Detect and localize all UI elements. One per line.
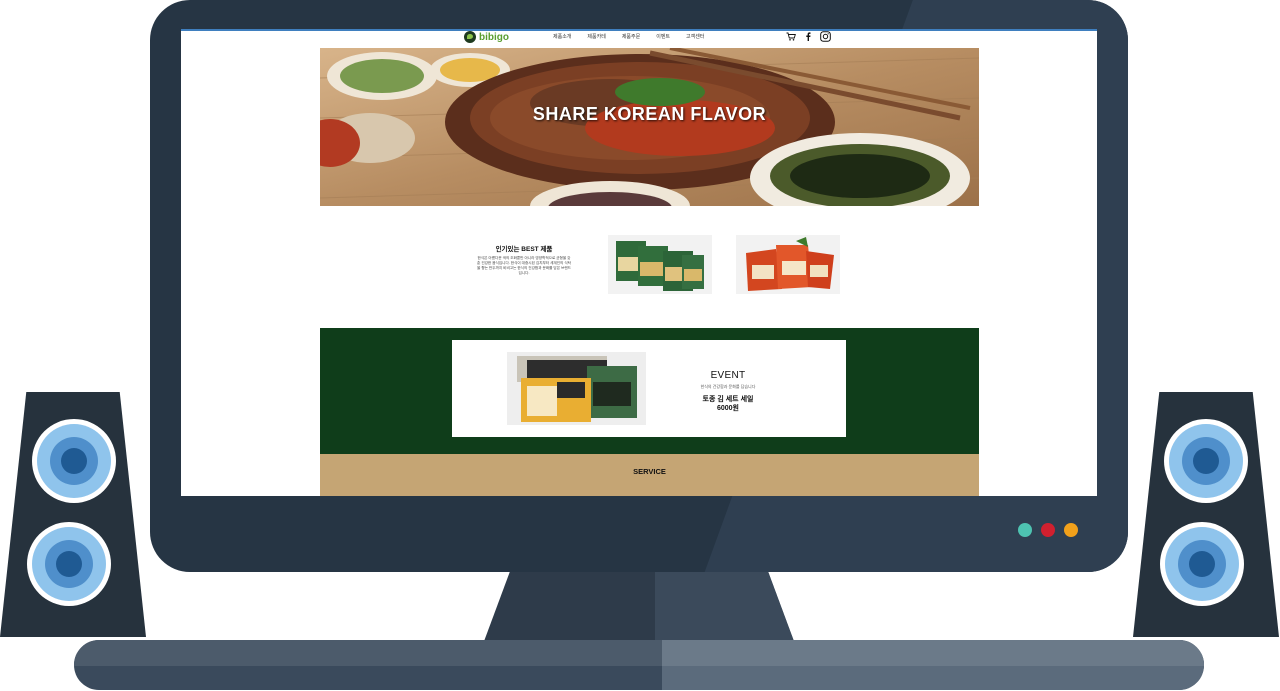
menu-item-order[interactable]: 제품주문 xyxy=(622,33,640,40)
product-thumbnail-kimchi[interactable] xyxy=(736,235,840,294)
nav-icons xyxy=(786,31,831,42)
site-nav: bibigo 제품소개 제품카테 제품주문 이벤트 고객센터 xyxy=(181,29,1097,47)
cart-icon[interactable] xyxy=(786,32,796,41)
logo-text: bibigo xyxy=(479,31,509,43)
indicator-orange-icon xyxy=(1064,523,1078,537)
menu-item-event[interactable]: 이벤트 xyxy=(656,33,670,40)
menu-item-products[interactable]: 제품소개 xyxy=(553,33,571,40)
speaker-woofer-icon xyxy=(32,419,116,503)
event-info: EVENT 한식의 건강함과 문화를 담습니다 토종 김 세트 세일 6000원 xyxy=(672,370,784,413)
event-deal-name: 토종 김 세트 세일 xyxy=(702,396,754,403)
event-card[interactable]: EVENT 한식의 건강함과 문화를 담습니다 토종 김 세트 세일 6000원 xyxy=(452,340,846,437)
right-speaker xyxy=(1133,392,1279,637)
speaker-woofer-icon xyxy=(1160,522,1244,606)
service-delivery-icon[interactable] xyxy=(530,491,546,496)
main-menu: 제품소개 제품카테 제품주문 이벤트 고객센터 xyxy=(553,33,704,40)
service-title: SERVICE xyxy=(633,467,666,476)
indicator-red-icon xyxy=(1041,523,1055,537)
speaker-woofer-icon xyxy=(1164,419,1248,503)
best-description: 한식은 아름다운 색의 조화뿐만 아니라 영양학적으로 균형을 갖춘 건강한 음… xyxy=(477,256,571,275)
monitor-base xyxy=(74,640,1204,690)
left-speaker xyxy=(0,392,146,637)
best-heading: 인기있는 BEST 제품 xyxy=(495,246,553,253)
instagram-icon[interactable] xyxy=(820,31,831,42)
facebook-icon[interactable] xyxy=(805,32,811,41)
hero-banner: SHARE KOREAN FLAVOR xyxy=(320,48,979,206)
service-box-icon[interactable] xyxy=(623,491,651,496)
menu-item-support[interactable]: 고객센터 xyxy=(686,33,704,40)
monitor-screen: bibigo 제품소개 제품카테 제품주문 이벤트 고객센터 SHARE KOR… xyxy=(181,29,1097,496)
hero-food-image xyxy=(320,48,979,206)
service-gift-icon[interactable] xyxy=(728,491,752,496)
event-title: EVENT xyxy=(710,370,746,381)
event-section: EVENT 한식의 건강함과 문화를 담습니다 토종 김 세트 세일 6000원 xyxy=(320,328,979,454)
event-deal: 토종 김 세트 세일 6000원 xyxy=(672,395,784,413)
menu-item-category[interactable]: 제품카테 xyxy=(587,33,605,40)
event-deal-price: 6000원 xyxy=(716,405,739,412)
product-thumbnail-dumpling[interactable] xyxy=(608,235,712,294)
best-products-intro: 인기있는 BEST 제품 한식은 아름다운 색의 조화뿐만 아니라 영양학적으로… xyxy=(477,243,571,276)
service-section: SERVICE xyxy=(320,454,979,496)
monitor-indicator-lights xyxy=(1018,523,1078,537)
event-subtitle: 한식의 건강함과 문화를 담습니다 xyxy=(700,384,756,389)
event-seaweed-image xyxy=(507,352,646,425)
monitor-stand xyxy=(483,560,795,644)
site-logo[interactable]: bibigo xyxy=(464,31,509,43)
speaker-woofer-icon xyxy=(27,522,111,606)
service-icons xyxy=(530,491,752,496)
hero-title: SHARE KOREAN FLAVOR xyxy=(532,104,767,124)
indicator-teal-icon xyxy=(1018,523,1032,537)
dumpling-package-image xyxy=(608,235,712,294)
kimchi-package-image xyxy=(736,235,840,294)
bibigo-logo-icon xyxy=(464,31,476,43)
